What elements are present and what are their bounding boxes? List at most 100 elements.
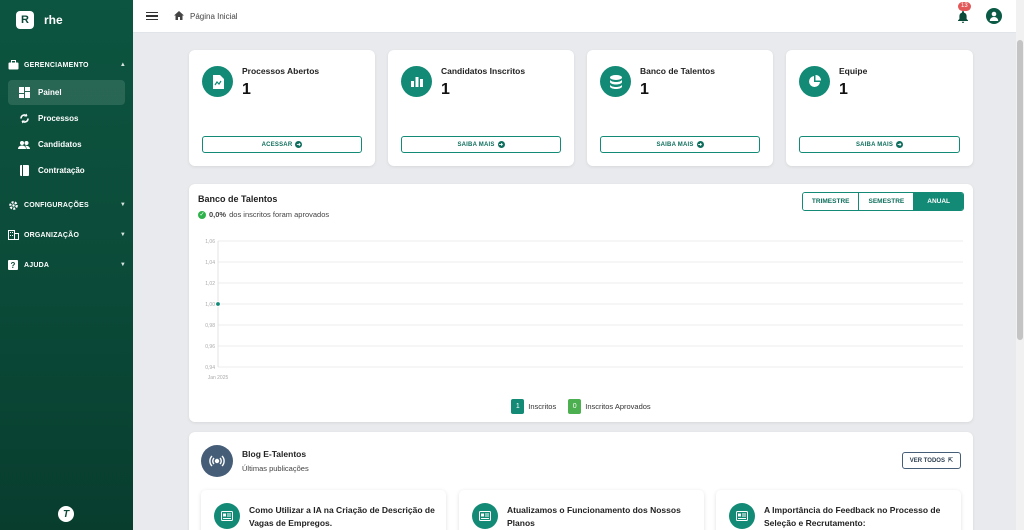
post-title: A Importância do Feedback no Processo de… [764, 505, 941, 528]
stat-title: Equipe [839, 66, 868, 76]
blog-post-card[interactable]: A Importância do Feedback no Processo de… [716, 490, 961, 530]
page-scrollbar[interactable] [1016, 0, 1024, 530]
chevron-down-icon: ▼ [119, 262, 126, 268]
app-name: rhe [44, 13, 63, 27]
y-tick-label: 1,00 [205, 302, 215, 308]
stat-title: Candidatos Inscritos [441, 66, 526, 76]
post-title: Atualizamos o Funcionamento dos Nossos P… [507, 505, 681, 528]
saiba-mais-button[interactable]: SAIBA MAIS ➜ [401, 136, 561, 153]
y-tick-label: 1,02 [205, 281, 215, 287]
stat-card-equipe: Equipe 1 SAIBA MAIS ➜ [786, 50, 973, 166]
stat-card-candidatos: Candidatos Inscritos 1 SAIBA MAIS ➜ [388, 50, 574, 166]
sidebar-section-organizacao[interactable]: ORGANIZAÇÃO ▼ [0, 220, 133, 250]
user-icon [989, 11, 999, 21]
button-label: ACESSAR [261, 141, 293, 148]
bell-icon [958, 11, 968, 23]
post-title: Como Utilizar a IA na Criação de Descriç… [249, 505, 435, 528]
blog-post-card[interactable]: Atualizamos o Funcionamento dos Nossos P… [459, 490, 704, 530]
external-link-icon: ⇱ [947, 458, 953, 464]
newspaper-icon [729, 503, 755, 529]
broadcast-icon [201, 445, 233, 477]
chevron-down-icon: ▼ [119, 202, 126, 208]
app-logo: R [16, 11, 34, 29]
blog-subtitle: Últimas publicações [242, 464, 309, 473]
view-all-button[interactable]: VER TODOS ⇱ [901, 452, 961, 469]
notification-badge: 13 [958, 2, 971, 11]
stat-card-banco: Banco de Talentos 1 SAIBA MAIS ➜ [587, 50, 773, 166]
button-label: SAIBA MAIS [457, 141, 495, 148]
pie-chart-icon [799, 66, 830, 97]
menu-toggle-button[interactable] [146, 11, 158, 21]
button-label: SAIBA MAIS [855, 141, 894, 148]
legend-count: 1 [511, 399, 525, 414]
legend-label: Inscritos Aprovados [585, 402, 651, 411]
sidebar-item-label: Processos [38, 114, 79, 123]
user-avatar[interactable] [986, 8, 1002, 24]
sidebar-section-gerenciamento[interactable]: GERENCIAMENTO ▲ [0, 50, 133, 80]
button-label: SAIBA MAIS [656, 141, 694, 148]
stat-value: 1 [441, 81, 450, 98]
brand[interactable]: R rhe [0, 0, 133, 40]
stat-title: Banco de Talentos [640, 66, 715, 76]
building-icon [7, 229, 19, 241]
acessar-button[interactable]: ACESSAR ➜ [202, 136, 362, 153]
arrow-right-icon: ➜ [896, 141, 904, 148]
arrow-right-icon: ➜ [295, 141, 303, 148]
stat-value: 1 [839, 81, 848, 98]
chevron-down-icon: ▼ [119, 232, 126, 238]
scrollbar-thumb[interactable] [1017, 40, 1023, 340]
newspaper-icon [472, 503, 498, 529]
sidebar-item-label: Painel [38, 88, 62, 97]
gear-icon [7, 199, 19, 211]
sidebar-item-label: Candidatos [38, 140, 82, 149]
document-icon [202, 66, 233, 97]
footer-logo: T [58, 506, 74, 522]
help-icon: ? [7, 259, 19, 271]
blog-post-card[interactable]: Como Utilizar a IA na Criação de Descriç… [201, 490, 446, 530]
svg-text:?: ? [10, 261, 15, 270]
saiba-mais-button[interactable]: SAIBA MAIS ➜ [600, 136, 760, 153]
newspaper-icon [214, 503, 240, 529]
arrow-right-icon: ➜ [497, 141, 505, 148]
legend-item-aprovados[interactable]: 0 Inscritos Aprovados [568, 399, 651, 414]
stat-title: Processos Abertos [242, 66, 320, 76]
sidebar-section-ajuda[interactable]: ? AJUDA ▼ [0, 250, 133, 280]
sidebar-item-painel[interactable]: Painel [8, 80, 125, 105]
stat-value: 1 [242, 81, 251, 98]
database-icon [600, 66, 631, 97]
home-icon[interactable] [174, 10, 184, 22]
topbar: Página Inicial 13 [133, 0, 1016, 33]
sidebar: R rhe GERENCIAMENTO ▲ Painel Processos C… [0, 0, 133, 530]
legend-item-inscritos[interactable]: 1 Inscritos [511, 399, 556, 414]
sidebar-section-configuracoes[interactable]: CONFIGURAÇÕES ▼ [0, 190, 133, 220]
sidebar-item-candidatos[interactable]: Candidatos [8, 132, 125, 157]
chart-legend: 1 Inscritos 0 Inscritos Aprovados [189, 399, 973, 414]
sidebar-item-label: Contratação [38, 166, 85, 175]
sidebar-item-contratacao[interactable]: Contratação [8, 158, 125, 183]
stat-card-processos: Processos Abertos 1 ACESSAR ➜ [189, 50, 375, 166]
briefcase-icon [7, 59, 19, 71]
y-tick-label: 1,04 [205, 260, 215, 266]
book-icon [18, 165, 30, 177]
cycle-icon [18, 113, 30, 125]
data-point[interactable] [215, 301, 221, 307]
saiba-mais-button[interactable]: SAIBA MAIS ➜ [799, 136, 960, 153]
sidebar-section-label: GERENCIAMENTO [24, 61, 89, 69]
breadcrumb-label[interactable]: Página Inicial [190, 12, 238, 21]
button-label: VER TODOS [909, 457, 945, 464]
notifications-button[interactable]: 13 [958, 2, 971, 23]
y-tick-label: 0,96 [205, 344, 215, 350]
blog-panel: Blog E-Talentos Últimas publicações VER … [189, 432, 973, 530]
arrow-right-icon: ➜ [696, 141, 704, 148]
y-tick-label: 0,98 [205, 323, 215, 329]
x-tick-label: Jan 2025 [208, 375, 229, 381]
legend-count: 0 [568, 399, 582, 414]
blog-title: Blog E-Talentos [242, 449, 307, 459]
talent-bank-chart-panel: Banco de Talentos ✓ 0,0% dos inscritos f… [189, 184, 973, 422]
legend-label: Inscritos [528, 402, 557, 411]
bar-chart-icon [401, 66, 432, 97]
y-tick-label: 0,94 [205, 365, 215, 371]
line-chart: 1,06 1,04 1,02 1,00 0,98 0,96 0,94 Jan 2025 [205, 239, 963, 381]
sidebar-item-processos[interactable]: Processos [8, 106, 125, 131]
sidebar-section-label: CONFIGURAÇÕES [24, 201, 89, 209]
